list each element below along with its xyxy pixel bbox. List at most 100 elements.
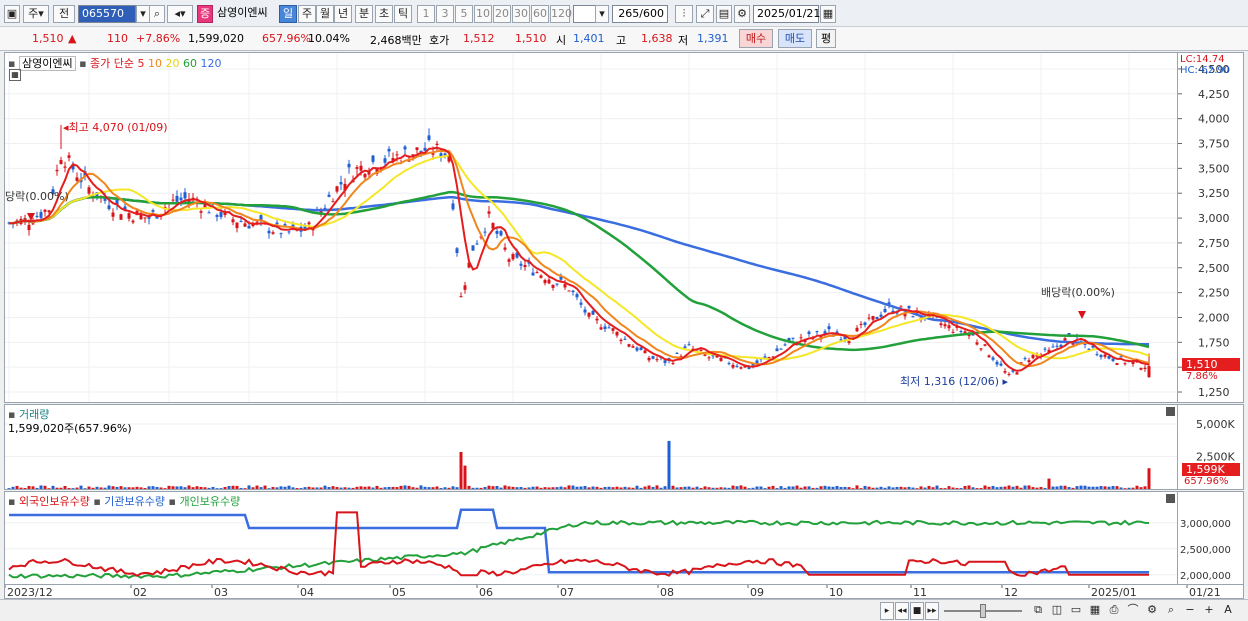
holders-axis[interactable]: 3,000,000 2,500,000 2,000,000 — [1178, 491, 1244, 585]
price-axis-svg: 4,5004,2504,0003,7503,5003,2503,0002,750… — [1178, 63, 1230, 399]
turnover: 10.04% — [308, 32, 350, 45]
price-chart-panel[interactable]: ▪ 삼영이엔씨 ▪ 종가 단순 5 10 20 60 120 ▦ ◂최고 4,0… — [4, 52, 1178, 403]
interval-button-4[interactable]: 20 — [493, 5, 511, 23]
interval-button-0[interactable]: 1 — [417, 5, 435, 23]
volume-close-icon[interactable] — [1166, 407, 1175, 416]
speaker-icon[interactable]: ◂▾ — [167, 5, 193, 23]
candle-body-248 — [999, 363, 1003, 366]
table-icon[interactable]: ▦ — [9, 69, 21, 81]
settings-icon[interactable]: ⚙ — [1144, 602, 1160, 620]
candle-icon[interactable]: ⫶ — [675, 5, 693, 23]
volume-bar-224 — [903, 487, 907, 489]
x-tick-label-5: 06 — [479, 586, 493, 598]
candle-body-159 — [643, 350, 647, 354]
rewind-icon[interactable]: ◂◂ — [895, 602, 909, 620]
stop-icon[interactable]: ■ — [910, 602, 924, 620]
sell-button[interactable]: 매도 — [778, 29, 812, 48]
market-type-select[interactable]: 주▾ — [23, 5, 49, 23]
interval-button-3[interactable]: 10 — [474, 5, 492, 23]
period-tab-5[interactable]: 초 — [375, 5, 393, 23]
period-tab-0[interactable]: 일 — [279, 5, 297, 23]
buy-button[interactable]: 매수 — [739, 29, 773, 48]
candle-body-6 — [31, 223, 35, 225]
price-axis[interactable]: 4,500 4,250 4,000 3,750 3,500 3,250 3,000 2,750… — [1178, 52, 1244, 403]
stock-code-input[interactable]: 065570 — [78, 5, 136, 23]
prev-button[interactable]: 전 — [53, 5, 75, 23]
volume-panel[interactable]: ▪ 거래량 1,599,020주(657.96%) — [4, 404, 1178, 490]
volume-bar-51 — [211, 486, 215, 489]
volume-bar-81 — [331, 486, 335, 489]
candle-body-273 — [1099, 355, 1103, 358]
code-dropdown-icon[interactable]: ▾ — [136, 5, 150, 23]
period-tab-6[interactable]: 틱 — [394, 5, 412, 23]
layout-icon[interactable]: ▭ — [1068, 602, 1084, 620]
volume-bar-240 — [967, 485, 971, 489]
volume-bar-130 — [527, 487, 531, 489]
holders-panel[interactable]: ▪ 외국인보유수량 ▪ 기관보유수량 ▪ 개인보유수량 — [4, 491, 1178, 585]
volume-bar-237 — [955, 487, 959, 489]
holders-tick-label-1: 2,500,000 — [1180, 545, 1231, 556]
date-input[interactable]: 2025/01/21 — [753, 5, 820, 23]
volume-bar-272 — [1095, 486, 1099, 489]
pct-tag: 7.86% — [1186, 371, 1218, 382]
period-tab-1[interactable]: 주 — [298, 5, 316, 23]
zoom-slider-handle[interactable] — [980, 604, 986, 618]
time-axis-svg: 2023/12 02 03 04 05 06 07 08 09 10 11 12 2025/01 01/2… — [4, 585, 1221, 599]
volume-bar-127 — [515, 487, 519, 489]
interval-button-5[interactable]: 30 — [512, 5, 530, 23]
draw-icon[interactable]: ⤢ — [696, 5, 714, 23]
candle-body-200 — [807, 331, 811, 335]
low-annotation-text: 최저 1,316 (12/06) — [900, 375, 1000, 388]
holders-legend: ▪ 외국인보유수량 ▪ 기관보유수량 ▪ 개인보유수량 — [8, 493, 240, 509]
volume-bar-194 — [783, 487, 787, 489]
grid-icon[interactable]: ▦ — [1087, 602, 1103, 620]
candle-body-122 — [495, 230, 499, 234]
minus-icon[interactable]: − — [1182, 602, 1198, 620]
magnet-icon[interactable]: ⌒ — [1125, 602, 1141, 620]
plus-icon[interactable]: + — [1201, 602, 1217, 620]
holders-close-icon[interactable] — [1166, 494, 1175, 503]
holders-tick-label-2: 2,000,000 — [1180, 571, 1231, 582]
institution-line — [9, 508, 1149, 574]
bar-count[interactable]: 265/600 — [612, 5, 668, 23]
interval-button-6[interactable]: 60 — [531, 5, 549, 23]
candle-body-181 — [731, 364, 735, 368]
field-dropdown-icon[interactable]: ▾ — [595, 5, 609, 23]
candle-body-196 — [791, 337, 795, 339]
volume-axis[interactable]: 5,000K 2,500K 1,599K 657.96% — [1178, 404, 1244, 490]
split-icon[interactable]: ◫ — [1049, 602, 1065, 620]
candle-body-236 — [951, 331, 955, 333]
search-icon[interactable]: ⌕ — [149, 5, 165, 23]
save-icon[interactable]: ▤ — [716, 5, 732, 23]
interval-button-7[interactable]: 120 — [550, 5, 572, 23]
candle-body-81 — [331, 201, 335, 203]
stock-name: 삼영이엔씨 — [217, 6, 268, 19]
candle-body-153 — [619, 339, 623, 342]
gear-icon[interactable]: ⚙ — [734, 5, 750, 23]
forward-icon[interactable]: ▸▸ — [925, 602, 939, 620]
candle-body-198 — [799, 337, 803, 339]
volume-bar-234 — [943, 488, 947, 489]
calendar-icon[interactable]: ▦ — [820, 5, 836, 23]
volume-bar-214 — [863, 485, 867, 489]
period-tab-2[interactable]: 월 — [316, 5, 334, 23]
candle-body-62 — [255, 221, 259, 223]
price-tick-label-10: 2,000 — [1198, 311, 1230, 324]
period-tab-3[interactable]: 년 — [334, 5, 352, 23]
print-icon[interactable]: ⎙ — [1106, 602, 1122, 620]
period-tab-4[interactable]: 분 — [355, 5, 373, 23]
font-icon[interactable]: A — [1220, 602, 1236, 620]
copy-icon[interactable]: ⧉ — [1030, 602, 1046, 620]
candle-body-124 — [503, 247, 507, 250]
volume-bar-281 — [1131, 487, 1135, 489]
candle-body-20 — [87, 187, 91, 194]
window-menu-icon[interactable]: ▣ — [4, 5, 20, 23]
eval-button[interactable]: 평 — [816, 29, 836, 48]
zoom-out-icon[interactable]: ⌕ — [1163, 602, 1179, 620]
interval-button-1[interactable]: 3 — [436, 5, 454, 23]
interval-button-2[interactable]: 5 — [455, 5, 473, 23]
bar-count-total: /600 — [639, 7, 664, 20]
high-label: 고 — [616, 34, 627, 47]
scroll-right-icon[interactable]: ▸ — [880, 602, 894, 620]
volume-bar-255 — [1027, 485, 1031, 489]
